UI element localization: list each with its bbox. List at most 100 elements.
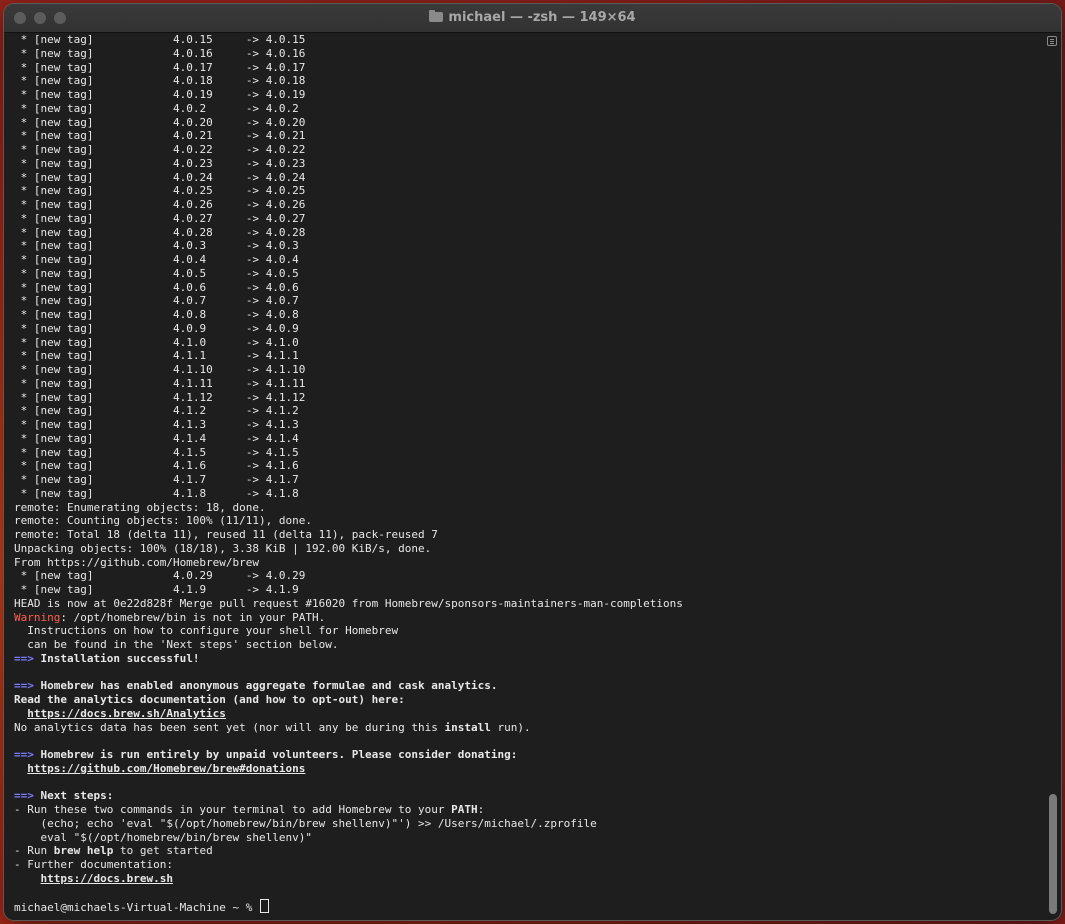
tag-arrow: ->	[245, 431, 266, 445]
tag-arrow: ->	[245, 60, 266, 74]
tag-arrow: ->	[245, 308, 266, 321]
tag-line: * [new tag] 4.0.27 -> 4.0.27	[14, 212, 1039, 226]
tag-prefix: * [new tag]	[14, 143, 173, 156]
tag-arrow: ->	[245, 88, 266, 101]
warning-label: Warning	[14, 610, 61, 624]
tag-line: * [new tag] 4.1.0 -> 4.1.0	[14, 336, 1039, 350]
title-bar[interactable]: michael — -zsh — 149×64	[4, 4, 1061, 33]
tag-from: 4.1.11	[172, 376, 246, 390]
tag-prefix: * [new tag]	[14, 115, 173, 129]
tag-to: 4.0.4	[265, 253, 299, 266]
success-line: ==> Installation successful!	[14, 652, 1039, 666]
tag-from: 4.1.2	[172, 404, 246, 418]
tag-from: 4.0.4	[172, 253, 246, 266]
tag-to: 4.0.24	[265, 170, 306, 184]
terminal-output[interactable]: * [new tag] 4.0.15 -> 4.0.15 * [new tag]…	[14, 33, 1039, 917]
tag-line: * [new tag] 4.0.24 -> 4.0.24	[14, 171, 1039, 185]
next-steps-text: Next steps:	[33, 789, 114, 803]
tag-line: * [new tag] 4.1.2 -> 4.1.2	[14, 404, 1039, 418]
docs-link[interactable]: https://docs.brew.sh	[41, 872, 173, 885]
menu-icon[interactable]	[1047, 36, 1057, 46]
output-line: Unpacking objects: 100% (18/18), 3.38 Ki…	[14, 542, 1039, 556]
tag-line: * [new tag] 4.1.3 -> 4.1.3	[14, 418, 1039, 432]
analytics-link[interactable]: https://docs.brew.sh/Analytics	[27, 707, 226, 720]
tag-from: 4.1.3	[172, 418, 246, 431]
tag-prefix: * [new tag]	[14, 431, 173, 445]
tag-line: * [new tag] 4.1.12 -> 4.1.12	[14, 391, 1039, 405]
output-text: remote: Counting objects: 100% (11/11), …	[14, 514, 313, 528]
tag-prefix: * [new tag]	[14, 569, 173, 583]
tag-to: 4.1.8	[265, 486, 299, 500]
output-text: remote: Enumerating objects: 18, done.	[14, 500, 266, 514]
tag-line: * [new tag] 4.1.4 -> 4.1.4	[14, 432, 1039, 446]
tag-to: 4.1.9	[265, 583, 299, 596]
terminal-window: michael — -zsh — 149×64 * [new tag] 4.0.…	[4, 4, 1061, 920]
tag-line: * [new tag] 4.0.28 -> 4.0.28	[14, 226, 1039, 240]
tag-line: * [new tag] 4.0.3 -> 4.0.3	[14, 239, 1039, 253]
tag-line: * [new tag] 4.0.2 -> 4.0.2	[14, 102, 1039, 116]
tag-prefix: * [new tag]	[14, 170, 173, 184]
tag-prefix: * [new tag]	[14, 156, 173, 170]
tag-to: 4.1.3	[265, 418, 299, 431]
tag-from: 4.1.1	[172, 349, 246, 363]
output-text: From https://github.com/Homebrew/brew	[14, 555, 260, 569]
tag-line: * [new tag] 4.0.19 -> 4.0.19	[14, 88, 1039, 102]
docs-link-line: https://docs.brew.sh	[14, 872, 1039, 886]
tag-line: * [new tag] 4.1.1 -> 4.1.1	[14, 349, 1039, 363]
tag-to: 4.1.0	[265, 335, 299, 349]
donate-link[interactable]: https://github.com/Homebrew/brew#donatio…	[27, 762, 305, 775]
tag-to: 4.0.5	[265, 266, 299, 280]
tag-prefix: * [new tag]	[14, 225, 173, 239]
marker-arrow: ==>	[14, 651, 34, 665]
tag-from: 4.0.8	[172, 308, 246, 321]
tag-from: 4.1.7	[172, 473, 246, 486]
tag-from: 4.1.5	[172, 445, 246, 459]
tag-to: 4.0.23	[265, 156, 306, 170]
tag-from: 4.0.21	[172, 129, 246, 143]
tag-arrow: ->	[245, 239, 266, 253]
scrollbar-thumb[interactable]	[1049, 794, 1057, 914]
tag-from: 4.0.17	[172, 60, 246, 74]
tag-arrow: ->	[245, 74, 266, 88]
step-bold: brew help	[53, 844, 114, 858]
tag-arrow: ->	[245, 363, 266, 376]
tag-arrow: ->	[245, 349, 266, 363]
tag-arrow: ->	[245, 376, 266, 390]
output-text: remote: Total 18 (delta 11), reused 11 (…	[14, 528, 438, 541]
tag-to: 4.0.25	[265, 184, 306, 198]
tag-line: * [new tag] 4.1.10 -> 4.1.10	[14, 363, 1039, 377]
tag-to: 4.1.4	[265, 431, 299, 445]
tag-from: 4.0.26	[172, 198, 246, 211]
analytics-heading-text: Homebrew has enabled anonymous aggregate…	[33, 679, 498, 693]
tag-prefix: * [new tag]	[14, 129, 173, 143]
tag-from: 4.0.9	[172, 321, 246, 335]
tag-arrow: ->	[245, 486, 266, 500]
tag-arrow: ->	[245, 170, 266, 184]
tag-line: * [new tag] 4.0.22 -> 4.0.22	[14, 143, 1039, 157]
tag-to: 4.0.21	[265, 129, 306, 143]
command-text[interactable]: (echo; echo 'eval "$(/opt/homebrew/bin/b…	[14, 817, 596, 830]
command-line: eval "$(/opt/homebrew/bin/brew shellenv)…	[14, 831, 1039, 845]
tag-arrow: ->	[245, 280, 266, 294]
tag-from: 4.0.19	[172, 88, 246, 101]
tag-line: * [new tag] 4.1.8 -> 4.1.8	[14, 487, 1039, 501]
tag-line: * [new tag] 4.0.21 -> 4.0.21	[14, 129, 1039, 143]
tag-prefix: * [new tag]	[14, 349, 173, 363]
prompt-line: michael@michaels-Virtual-Machine ~ %	[14, 899, 1039, 914]
text-cursor[interactable]	[260, 899, 270, 914]
tag-line: * [new tag] 4.1.7 -> 4.1.7	[14, 473, 1039, 487]
tag-from: 4.0.2	[172, 101, 246, 115]
tag-prefix: * [new tag]	[14, 101, 173, 115]
warning-line: Instructions on how to configure your sh…	[14, 624, 1039, 638]
tag-prefix: * [new tag]	[14, 33, 173, 46]
tag-from: 4.1.0	[172, 335, 246, 349]
tag-line: * [new tag] 4.0.7 -> 4.0.7	[14, 294, 1039, 308]
note-bold: install	[444, 720, 491, 734]
head-text: HEAD is now at 0e22d828f Merge pull requ…	[14, 596, 683, 610]
command-text[interactable]: eval "$(/opt/homebrew/bin/brew shellenv)…	[14, 831, 312, 844]
tag-arrow: ->	[245, 198, 266, 211]
